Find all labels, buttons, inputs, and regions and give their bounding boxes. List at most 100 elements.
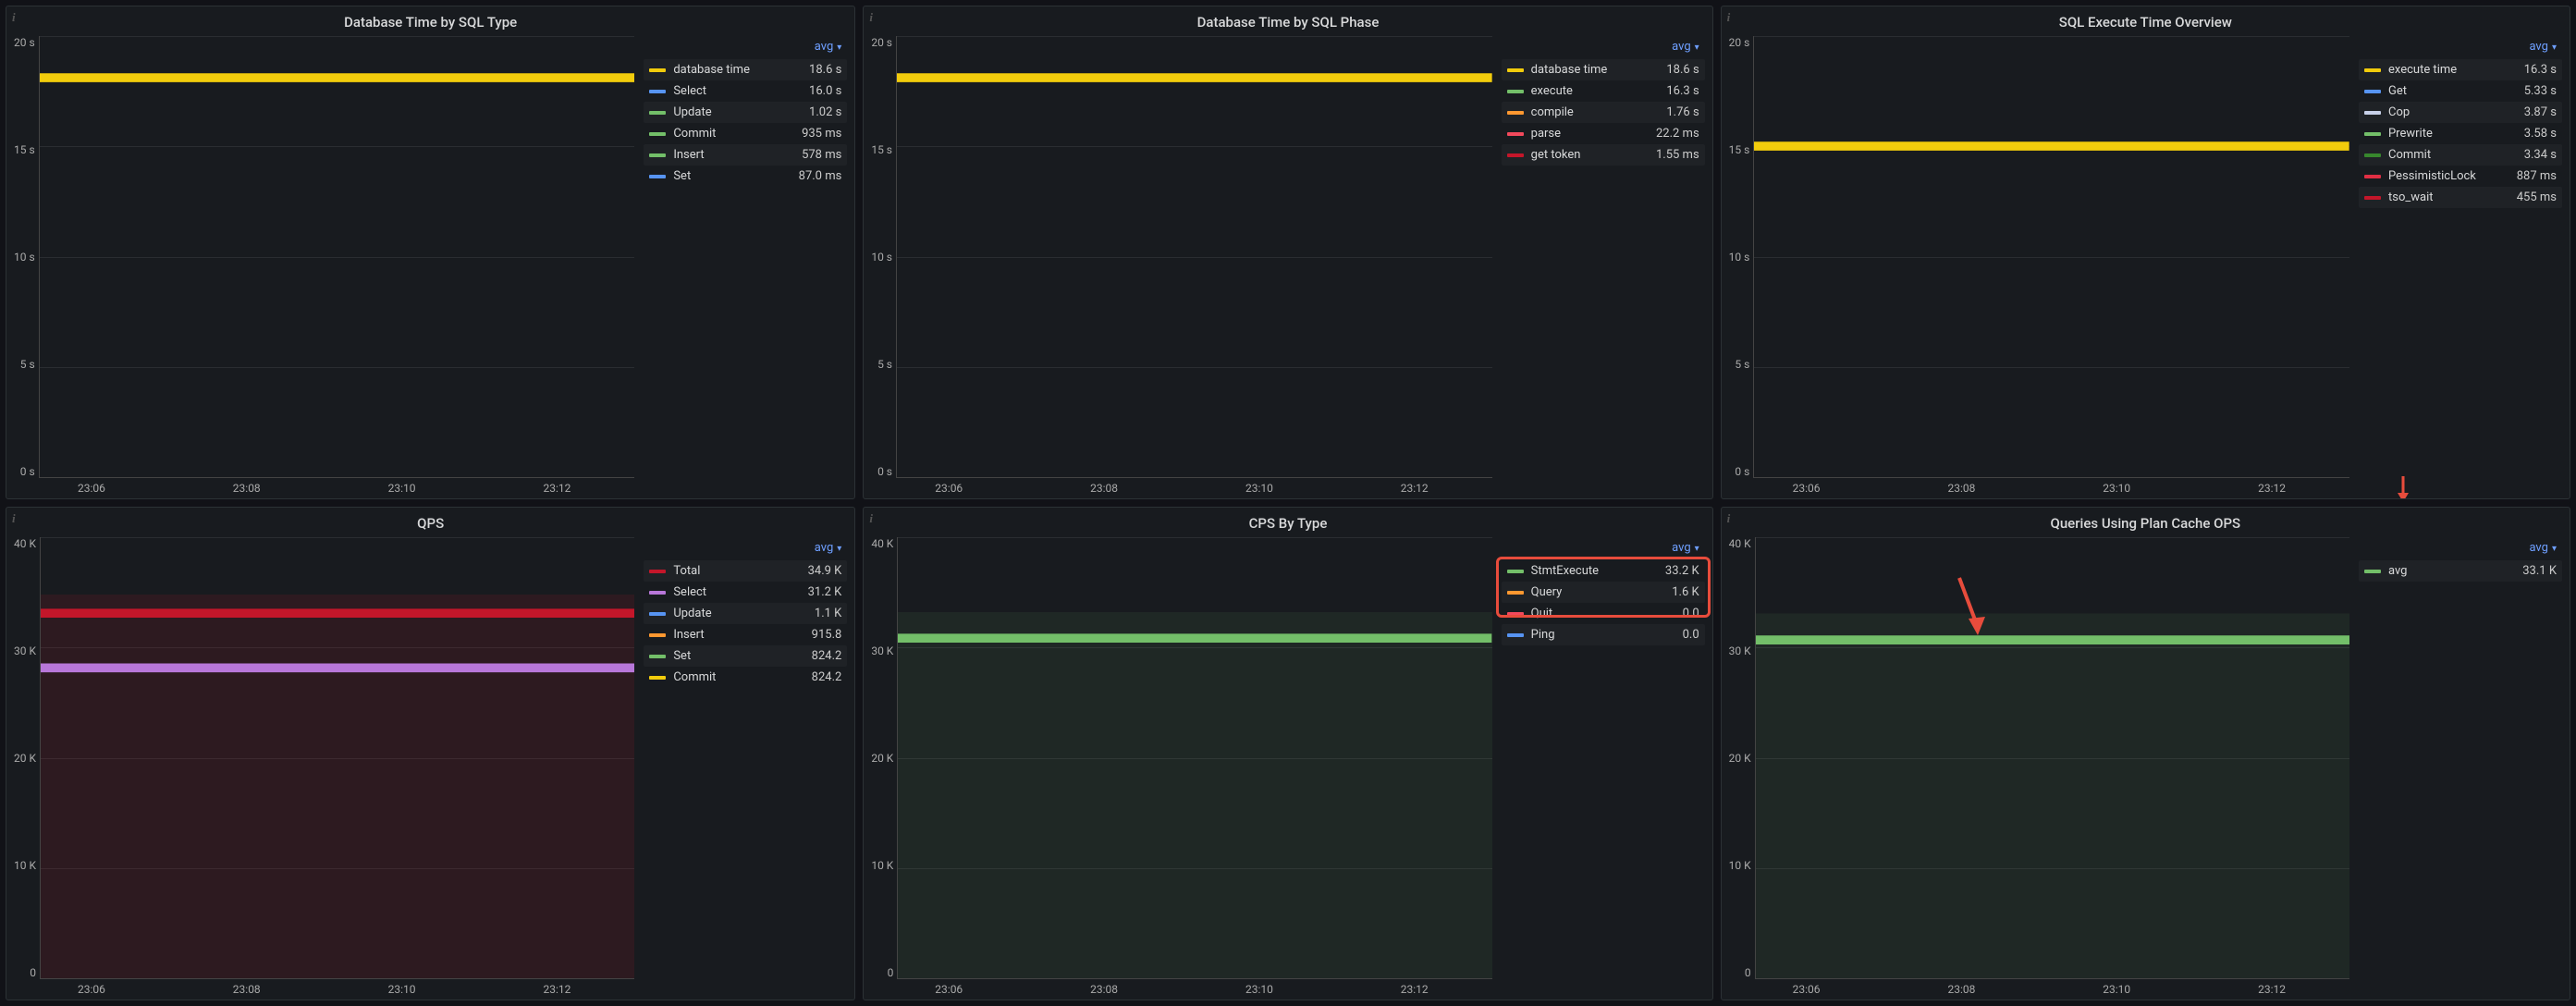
legend-item[interactable]: Ping0.0 — [1502, 624, 1705, 645]
chart-area[interactable]: 20 s15 s10 s5 s0 s 23:0623:0823:1023:12 — [1729, 36, 2349, 495]
chart-area[interactable]: 40 K30 K20 K10 K0 23:0623:0823:1023:12 — [1729, 537, 2349, 996]
chart-area[interactable]: 20 s15 s10 s5 s0 s 23:0623:0823:1023:12 — [14, 36, 634, 495]
legend-value: 887 ms — [2517, 169, 2557, 183]
legend-item[interactable]: Commit824.2 — [644, 667, 847, 688]
info-icon[interactable]: i — [1727, 10, 1731, 25]
legend-item[interactable]: Insert915.8 — [644, 624, 847, 645]
legend-label: StmtExecute — [1531, 564, 1599, 578]
legend-item[interactable]: Commit935 ms — [644, 123, 847, 144]
legend-label: Set — [673, 649, 691, 663]
chevron-down-icon: ▾ — [2552, 43, 2557, 53]
panel-db-time-sql-type: i Database Time by SQL Type 20 s15 s10 s… — [6, 6, 855, 499]
legend-value: 18.6 s — [809, 63, 841, 77]
legend-item[interactable]: get token 1.55 ms — [1502, 144, 1705, 166]
legend-item[interactable]: Set87.0 ms — [644, 166, 847, 187]
legend-value: 1.02 s — [809, 105, 841, 119]
legend-value: 935 ms — [802, 127, 841, 141]
legend-item[interactable]: Quit0.0 — [1502, 603, 1705, 624]
legend-item[interactable]: Get5.33 s — [2359, 80, 2562, 102]
legend-value: 22.2 ms — [1656, 127, 1699, 141]
chart-area[interactable]: 40 K30 K20 K10 K0 23:0623:0823:1023:12 — [871, 537, 1491, 996]
legend-value: 16.3 s — [1666, 84, 1699, 98]
legend-label: compile — [1531, 105, 1574, 119]
legend-item[interactable]: tso_wait455 ms — [2359, 187, 2562, 208]
legend-swatch — [1507, 570, 1524, 573]
legend-item[interactable]: Set 824.2 — [644, 645, 847, 667]
legend-value: 824.2 — [812, 649, 842, 663]
legend-item[interactable]: database time 18.6 s — [644, 59, 847, 80]
legend-swatch — [1507, 68, 1524, 72]
aggregation-selector[interactable]: avg▾ — [1502, 36, 1705, 59]
legend-swatch — [649, 153, 666, 157]
legend-item[interactable]: Total 34.9 K — [644, 560, 847, 582]
chart-area[interactable]: 20 s15 s10 s5 s0 s 23:0623:0823:1023:12 — [871, 36, 1491, 495]
legend-item[interactable]: Cop3.87 s — [2359, 102, 2562, 123]
aggregation-selector[interactable]: avg▾ — [1502, 537, 1705, 560]
info-icon[interactable]: i — [869, 10, 873, 25]
panel-title: Database Time by SQL Phase — [871, 12, 1704, 36]
legend-value: 34.9 K — [808, 564, 842, 578]
legend-label: Total — [673, 564, 700, 578]
legend-value: 1.55 ms — [1656, 148, 1699, 162]
legend-swatch — [649, 90, 666, 93]
legend-item[interactable]: parse 22.2 ms — [1502, 123, 1705, 144]
legend-item[interactable]: PessimisticLock887 ms — [2359, 166, 2562, 187]
panel-plan-cache-ops: i Queries Using Plan Cache OPS 40 K30 K2… — [1721, 507, 2570, 1000]
legend-item[interactable]: database time18.6 s — [1502, 59, 1705, 80]
legend-swatch — [649, 591, 666, 595]
chart-area[interactable]: 40 K30 K20 K10 K0 2 — [14, 537, 634, 996]
legend-value: 31.2 K — [808, 585, 842, 599]
legend-item[interactable]: execute time16.3 s — [2359, 59, 2562, 80]
legend-label: get token — [1531, 148, 1581, 162]
panel-title: CPS By Type — [871, 513, 1704, 537]
legend-value: 1.6 K — [1672, 585, 1699, 599]
legend-swatch — [2364, 90, 2381, 93]
legend-item[interactable]: StmtExecute33.2 K — [1502, 560, 1705, 582]
y-axis: 20 s15 s10 s5 s0 s — [14, 36, 39, 478]
legend-label: Ping — [1531, 628, 1555, 642]
dashboard-grid: i Database Time by SQL Type 20 s15 s10 s… — [6, 6, 2570, 1000]
legend-item[interactable]: Prewrite3.58 s — [2359, 123, 2562, 144]
legend-swatch — [2364, 196, 2381, 200]
panel-title: Queries Using Plan Cache OPS — [1729, 513, 2562, 537]
panel-sql-exec-time-overview: i SQL Execute Time Overview 20 s15 s10 s… — [1721, 6, 2570, 499]
y-axis: 20 s15 s10 s5 s0 s — [871, 36, 896, 478]
legend-swatch — [649, 111, 666, 115]
legend-swatch — [1507, 132, 1524, 136]
legend-item[interactable]: compile1.76 s — [1502, 102, 1705, 123]
legend-item[interactable]: avg33.1 K — [2359, 560, 2562, 582]
info-icon[interactable]: i — [12, 511, 16, 526]
legend-value: 87.0 ms — [799, 169, 842, 183]
plot-grid — [39, 36, 635, 478]
legend-swatch — [2364, 111, 2381, 115]
legend-swatch — [2364, 153, 2381, 157]
legend-label: database time — [673, 63, 750, 77]
legend-item[interactable]: execute 16.3 s — [1502, 80, 1705, 102]
panel-qps: i QPS 40 K30 K20 K10 K0 — [6, 507, 855, 1000]
legend-item[interactable]: Update1.1 K — [644, 603, 847, 624]
aggregation-selector[interactable]: avg▾ — [644, 36, 847, 59]
legend-item[interactable]: Select31.2 K — [644, 582, 847, 603]
legend-label: execute — [1531, 84, 1573, 98]
aggregation-selector[interactable]: avg▾ — [2359, 36, 2562, 59]
info-icon[interactable]: i — [1727, 511, 1731, 526]
legend-label: parse — [1531, 127, 1561, 141]
legend-swatch — [649, 655, 666, 658]
legend-value: 16.0 s — [809, 84, 841, 98]
legend-swatch — [1507, 111, 1524, 115]
legend-swatch — [1507, 633, 1524, 637]
legend-item[interactable]: Select16.0 s — [644, 80, 847, 102]
legend-item[interactable]: Insert578 ms — [644, 144, 847, 166]
legend-label: tso_wait — [2388, 190, 2434, 204]
legend-value: 33.1 K — [2522, 564, 2557, 578]
legend-label: Update — [673, 105, 711, 119]
legend-swatch — [649, 175, 666, 178]
info-icon[interactable]: i — [869, 511, 873, 526]
legend-item[interactable]: Update 1.02 s — [644, 102, 847, 123]
info-icon[interactable]: i — [12, 10, 16, 25]
legend-item[interactable]: Query1.6 K — [1502, 582, 1705, 603]
aggregation-selector[interactable]: avg▾ — [2359, 537, 2562, 560]
aggregation-selector[interactable]: avg▾ — [644, 537, 847, 560]
legend-swatch — [2364, 570, 2381, 573]
legend-item[interactable]: Commit3.34 s — [2359, 144, 2562, 166]
